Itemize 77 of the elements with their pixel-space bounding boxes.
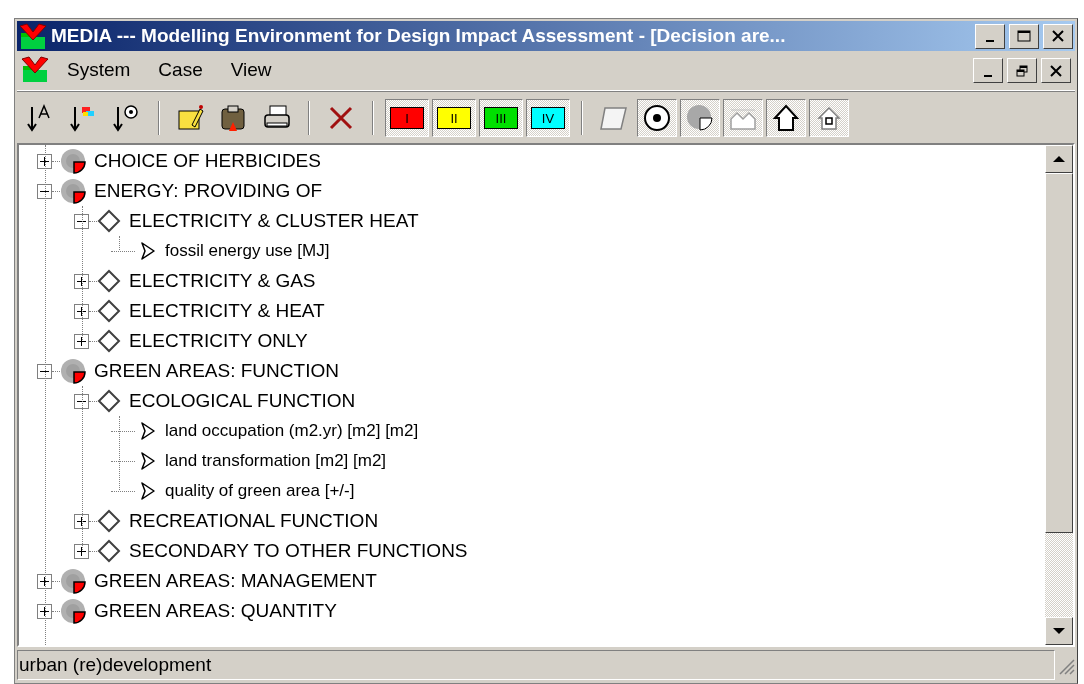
close-icon (1049, 64, 1063, 77)
level-filter-button[interactable]: IV (526, 99, 570, 137)
collapse-toggle[interactable] (37, 363, 52, 379)
maximize-icon (1017, 30, 1031, 42)
collapse-toggle[interactable] (37, 183, 52, 199)
level-filter-button[interactable]: I (385, 99, 429, 137)
pie-chart-icon (60, 358, 86, 384)
minimize-button[interactable] (973, 58, 1003, 83)
triangle-arrow-icon (139, 450, 157, 472)
menu-item[interactable]: System (57, 56, 141, 85)
triangle-arrow-icon (139, 240, 157, 262)
house-icon[interactable] (766, 99, 806, 137)
menu-item[interactable]: Case (148, 56, 213, 85)
minimize-icon (986, 40, 994, 42)
plus-icon (77, 336, 86, 346)
pie-chart-icon (60, 568, 86, 594)
status-text: urban (re)development (17, 650, 1055, 680)
diamond-icon (97, 209, 121, 233)
plus-icon (40, 606, 49, 616)
expand-toggle[interactable] (37, 573, 52, 589)
tree-item-label[interactable]: RECREATIONAL FUNCTION (129, 506, 379, 536)
tree-item-label[interactable]: quality of green area [+/-] (165, 478, 355, 504)
tree-item-label[interactable]: CHOICE OF HERBICIDES (94, 146, 321, 176)
expand-toggle[interactable] (37, 153, 52, 169)
radio-target-icon[interactable] (637, 99, 677, 137)
diamond-icon (97, 509, 121, 533)
tree-item-label[interactable]: ELECTRICITY & HEAT (129, 296, 325, 326)
up-arrow-icon (1052, 155, 1066, 163)
tree-item-label[interactable]: ELECTRICITY ONLY (129, 326, 308, 356)
menu-item[interactable]: View (220, 56, 282, 85)
pie-chart-icon (60, 178, 86, 204)
expand-toggle[interactable] (74, 333, 89, 349)
triangle-arrow-icon (139, 420, 157, 442)
plus-icon (77, 546, 86, 556)
minimize-button[interactable] (975, 23, 1005, 49)
level-filter-button[interactable]: III (479, 99, 523, 137)
hills-icon[interactable] (723, 99, 763, 137)
window-title: MEDIA --- Modelling Environment for Design Impact Assessment - [Decision are... (51, 23, 787, 48)
down-arrow-icon (1052, 627, 1066, 635)
pie-chart-icon (60, 148, 86, 174)
tree-item-label[interactable]: GREEN AREAS: FUNCTION (94, 356, 339, 386)
diamond-icon (97, 269, 121, 293)
app-logo-icon (19, 23, 47, 49)
diamond-icon (97, 539, 121, 563)
tree-item-label[interactable]: ELECTRICITY & GAS (129, 266, 316, 296)
close-icon (1051, 30, 1065, 42)
tree-item-label[interactable]: fossil energy use [MJ] (165, 238, 330, 264)
level-filter-button[interactable]: II (432, 99, 476, 137)
tree-item-label[interactable]: ENERGY: PROVIDING OF (94, 176, 323, 206)
tree-item-label[interactable]: land transformation [m2] [m2] (165, 448, 387, 474)
close-button[interactable] (1043, 23, 1073, 49)
maximize-button[interactable] (1009, 23, 1039, 49)
tree-item-label[interactable]: GREEN AREAS: QUANTITY (94, 596, 337, 626)
triangle-arrow-icon (139, 480, 157, 502)
pie-chart-icon[interactable] (680, 99, 720, 137)
diamond-icon (97, 329, 121, 353)
restore-icon (1015, 64, 1029, 77)
expand-toggle[interactable] (37, 603, 52, 619)
plus-icon (40, 156, 49, 166)
plus-icon (77, 306, 86, 316)
tree-item-label[interactable]: land occupation (m2.yr) [m2] [m2] (165, 418, 419, 444)
tree-item-label[interactable]: GREEN AREAS: MANAGEMENT (94, 566, 377, 596)
small-house-icon[interactable] (809, 99, 849, 137)
tree-item-label[interactable]: SECONDARY TO OTHER FUNCTIONS (129, 536, 468, 566)
tree-item-label[interactable]: ECOLOGICAL FUNCTION (129, 386, 356, 416)
plus-icon (77, 276, 86, 286)
plus-icon (40, 576, 49, 586)
expand-toggle[interactable] (74, 543, 89, 559)
scrollbar[interactable] (1045, 145, 1073, 645)
restore-button[interactable] (1007, 58, 1037, 83)
diamond-icon (97, 299, 121, 323)
close-button[interactable] (1041, 58, 1071, 83)
diamond-icon (97, 389, 121, 413)
plus-icon (77, 516, 86, 526)
minimize-icon (984, 74, 992, 77)
tree-item-label[interactable]: ELECTRICITY & CLUSTER HEAT (129, 206, 419, 236)
pie-chart-icon (60, 598, 86, 624)
